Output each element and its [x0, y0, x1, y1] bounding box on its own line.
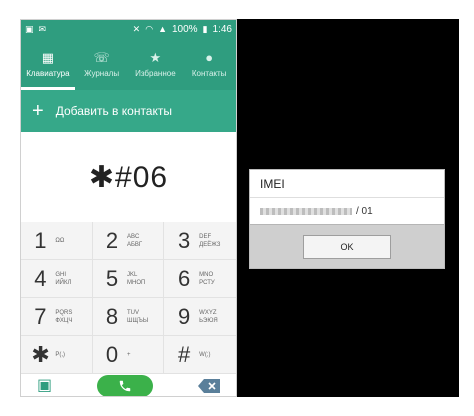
gallery-notification-icon: ▣: [25, 23, 34, 34]
key-digit: 6: [178, 265, 191, 291]
message-notification-icon: ✉: [38, 23, 47, 34]
dialer-actions: ▣: [21, 374, 236, 396]
tab-keypad-label: Клавиатура: [26, 68, 70, 78]
key-letters-ru: РСТУ: [199, 279, 215, 286]
key-letters-ru: ФХЦЧ: [55, 317, 73, 324]
key-sub-label: P(,): [55, 351, 65, 358]
keypad-icon: ▦: [41, 49, 55, 65]
key-digit: 5: [105, 265, 119, 291]
tab-favorites-label: Избранное: [135, 68, 176, 78]
battery-icon: ▮: [202, 23, 208, 34]
star-icon: ★: [149, 49, 162, 65]
key-letters-en: TUV: [126, 309, 139, 316]
voicemail-icon: ΩΩ: [55, 237, 65, 244]
key-digit: 2: [105, 227, 119, 253]
key-5[interactable]: 5 JKL МНОП: [92, 260, 165, 298]
dialog-footer: OK: [250, 224, 444, 268]
key-letters-en: WXYZ: [199, 309, 217, 316]
tab-favorites[interactable]: ★ Избранное: [129, 38, 183, 90]
key-letters-ru: ЬЭЮЯ: [199, 317, 218, 324]
key-digit: 3: [178, 227, 191, 253]
add-to-contacts-label: Добавить в контакты: [55, 104, 172, 118]
key-digit: 1: [34, 227, 47, 253]
clock: 1:46: [212, 23, 232, 35]
signal-icon: ▲: [158, 23, 167, 34]
tab-contacts[interactable]: ● Контакты: [182, 38, 236, 90]
imei-dialog: IMEI / 01 OK: [249, 169, 445, 269]
dialer-tabs: ▦ Клавиатура ☏ Журналы ★ Избранное ● Кон…: [21, 38, 236, 90]
key-sub-label: W(;): [199, 351, 211, 358]
key-letters-en: DEF: [199, 233, 212, 240]
imei-value-suffix: / 01: [356, 205, 373, 217]
battery-percent: 100%: [172, 23, 198, 35]
phone-icon: [119, 380, 131, 392]
key-letters-en: GHI: [55, 271, 66, 278]
plus-icon: +: [32, 100, 44, 122]
key-digit: 9: [178, 303, 191, 329]
key-8[interactable]: 8 TUV ШЩЪЫ: [92, 298, 165, 336]
key-7[interactable]: 7 PQRS ФХЦЧ: [21, 298, 93, 336]
key-digit: 4: [34, 265, 47, 291]
ok-button[interactable]: OK: [303, 234, 391, 259]
key-9[interactable]: 9 WXYZ ЬЭЮЯ: [164, 298, 236, 336]
key-letters-ru: ШЩЪЫ: [126, 317, 149, 324]
key-3[interactable]: 3 DEF ДЕЁЖЗ: [164, 222, 236, 260]
dialog-title: IMEI: [250, 170, 444, 198]
call-log-icon: ☏: [93, 49, 110, 65]
tab-contacts-label: Контакты: [191, 68, 227, 78]
key-digit: 0: [105, 341, 119, 367]
key-letters-ru: АБВГ: [126, 241, 143, 248]
key-letters-ru: МНОП: [126, 279, 146, 286]
key-letters-en: MNO: [199, 271, 214, 278]
key-1[interactable]: 1 ΩΩ: [21, 222, 93, 260]
key-star[interactable]: ✱ P(,): [21, 336, 93, 374]
key-digit: ✱: [31, 341, 50, 367]
tab-call-log[interactable]: ☏ Журналы: [75, 38, 129, 90]
mute-icon: ✕: [132, 23, 141, 34]
key-hash[interactable]: # W(;): [164, 336, 236, 374]
imei-value-masked: [260, 207, 352, 215]
backspace-icon[interactable]: [198, 379, 220, 393]
key-letters-en: ABC: [126, 233, 140, 240]
tab-keypad[interactable]: ▦ Клавиатура: [21, 38, 75, 90]
call-button[interactable]: [97, 375, 154, 396]
key-digit: 7: [34, 303, 47, 329]
tab-call-log-label: Журналы: [84, 68, 120, 78]
key-6[interactable]: 6 MNO РСТУ: [164, 260, 236, 298]
key-0[interactable]: 0 +: [92, 336, 165, 374]
dialog-body: / 01: [250, 198, 444, 224]
dialed-number-field[interactable]: ✱#06: [21, 132, 236, 222]
key-digit: #: [178, 341, 191, 367]
wifi-icon: ◠: [145, 23, 154, 34]
imei-screen: IMEI / 01 OK: [237, 19, 459, 397]
status-bar: ▣ ✉ ✕ ◠ ▲ 100% ▮ 1:46: [21, 20, 236, 38]
key-letters-en: PQRS: [55, 309, 73, 316]
key-letters-en: JKL: [126, 271, 138, 278]
dialer-screen: ▣ ✉ ✕ ◠ ▲ 100% ▮ 1:46 ▦ Клавиатура ☏ Жур…: [20, 19, 237, 397]
key-2[interactable]: 2 ABC АБВГ: [92, 222, 165, 260]
key-4[interactable]: 4 GHI ИЙКЛ: [21, 260, 93, 298]
keypad: 1 ΩΩ 2 ABC АБВГ 3 DEF ДЕЁЖЗ 4 GHI ИЙКЛ 5 JK…: [21, 222, 236, 374]
key-digit: 8: [105, 303, 119, 329]
add-to-contacts-button[interactable]: + Добавить в контакты: [21, 90, 236, 132]
key-letters-ru: ДЕЁЖЗ: [199, 241, 221, 248]
key-letters-ru: ИЙКЛ: [55, 279, 72, 286]
person-icon: ●: [205, 49, 214, 65]
key-sub-label: +: [126, 351, 131, 358]
contacts-card-icon[interactable]: ▣: [37, 378, 52, 394]
